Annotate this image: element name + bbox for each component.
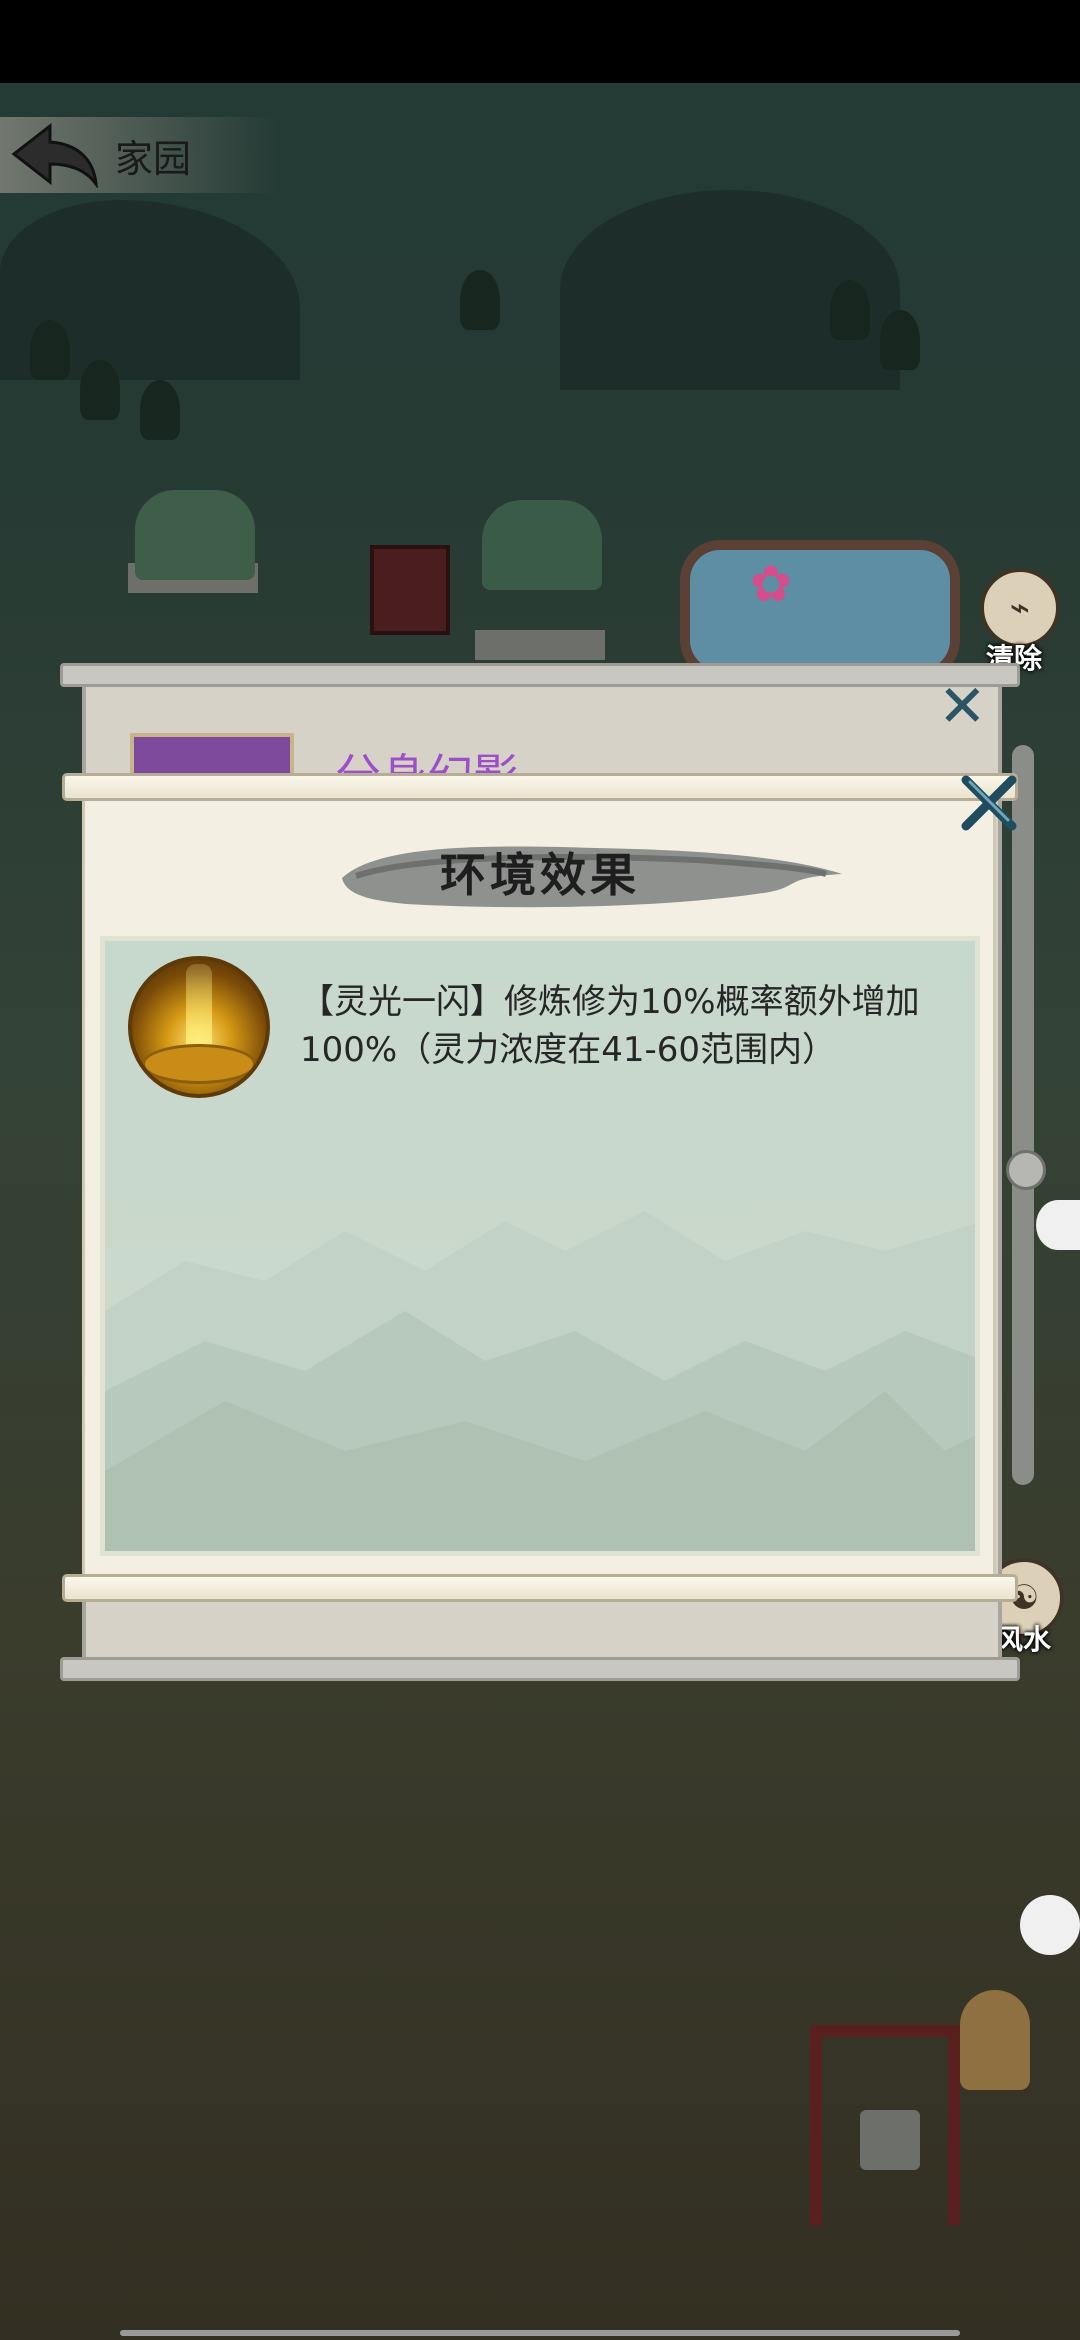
tree (80, 360, 120, 420)
back-arrow-icon[interactable] (10, 122, 100, 188)
scroll-rod-bottom (62, 1574, 1018, 1602)
effect-description: 【灵光一闪】修炼修为10%概率额外增加100%（灵力浓度在41-60范围内） (300, 982, 920, 1070)
tree (460, 270, 500, 330)
dragon-statue[interactable] (482, 500, 602, 590)
broom-icon: ⌁ (1009, 588, 1031, 628)
altar[interactable] (370, 545, 450, 635)
tree (830, 280, 870, 340)
tree (30, 320, 70, 380)
scroll-rod (60, 1657, 1020, 1681)
clear-button[interactable]: ⌁ (980, 568, 1060, 648)
page-title: 家园 (115, 137, 192, 181)
scroll-rod-top (62, 773, 1018, 801)
close-x-icon[interactable] (958, 772, 1020, 834)
dialog-title: 环境效果 (440, 848, 640, 902)
dragon-statue[interactable] (135, 490, 255, 580)
tree (880, 310, 920, 370)
navigation-handle[interactable] (120, 2330, 960, 2336)
mist-mountains-decoration (105, 1211, 975, 1551)
golden-light-pillar-icon (128, 956, 270, 1098)
golden-disc (142, 1044, 256, 1084)
game-screen: ✿ ⌁ 清除 ☯ 风水 家园 分身幻影 ✕ 环境效果 (0, 0, 1080, 2340)
status-bar (0, 0, 1080, 83)
scrollbar-thumb[interactable] (1006, 1150, 1046, 1190)
background-close-icon[interactable]: ✕ (938, 672, 987, 740)
scrollbar-track[interactable] (1012, 745, 1034, 1485)
tree (140, 380, 180, 440)
lotus-flower-icon: ✿ (750, 555, 792, 613)
scroll-rod (60, 663, 1020, 687)
